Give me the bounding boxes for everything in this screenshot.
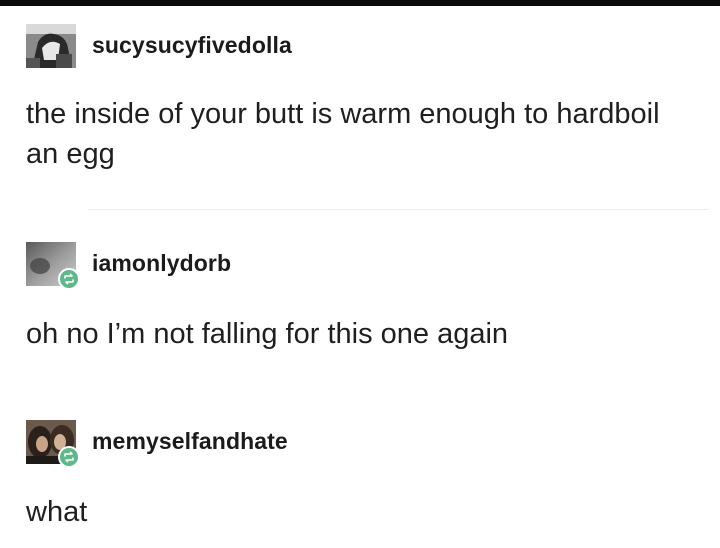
username[interactable]: memyselfandhate [92, 428, 288, 455]
reblog-icon [58, 268, 80, 290]
post-text: oh no I’m not falling for this one again [26, 318, 509, 350]
post-text: what [26, 496, 88, 528]
avatar[interactable] [24, 242, 80, 292]
avatar-image [26, 24, 76, 68]
post-text: the inside of your butt is warm enough t… [26, 98, 660, 170]
reblog-icon [58, 446, 80, 468]
username[interactable]: sucysucyfivedolla [92, 32, 292, 59]
post-divider [88, 209, 708, 210]
avatar[interactable] [24, 24, 78, 74]
top-border [0, 0, 720, 6]
avatar[interactable] [24, 420, 80, 470]
username[interactable]: iamonlydorb [92, 250, 231, 277]
